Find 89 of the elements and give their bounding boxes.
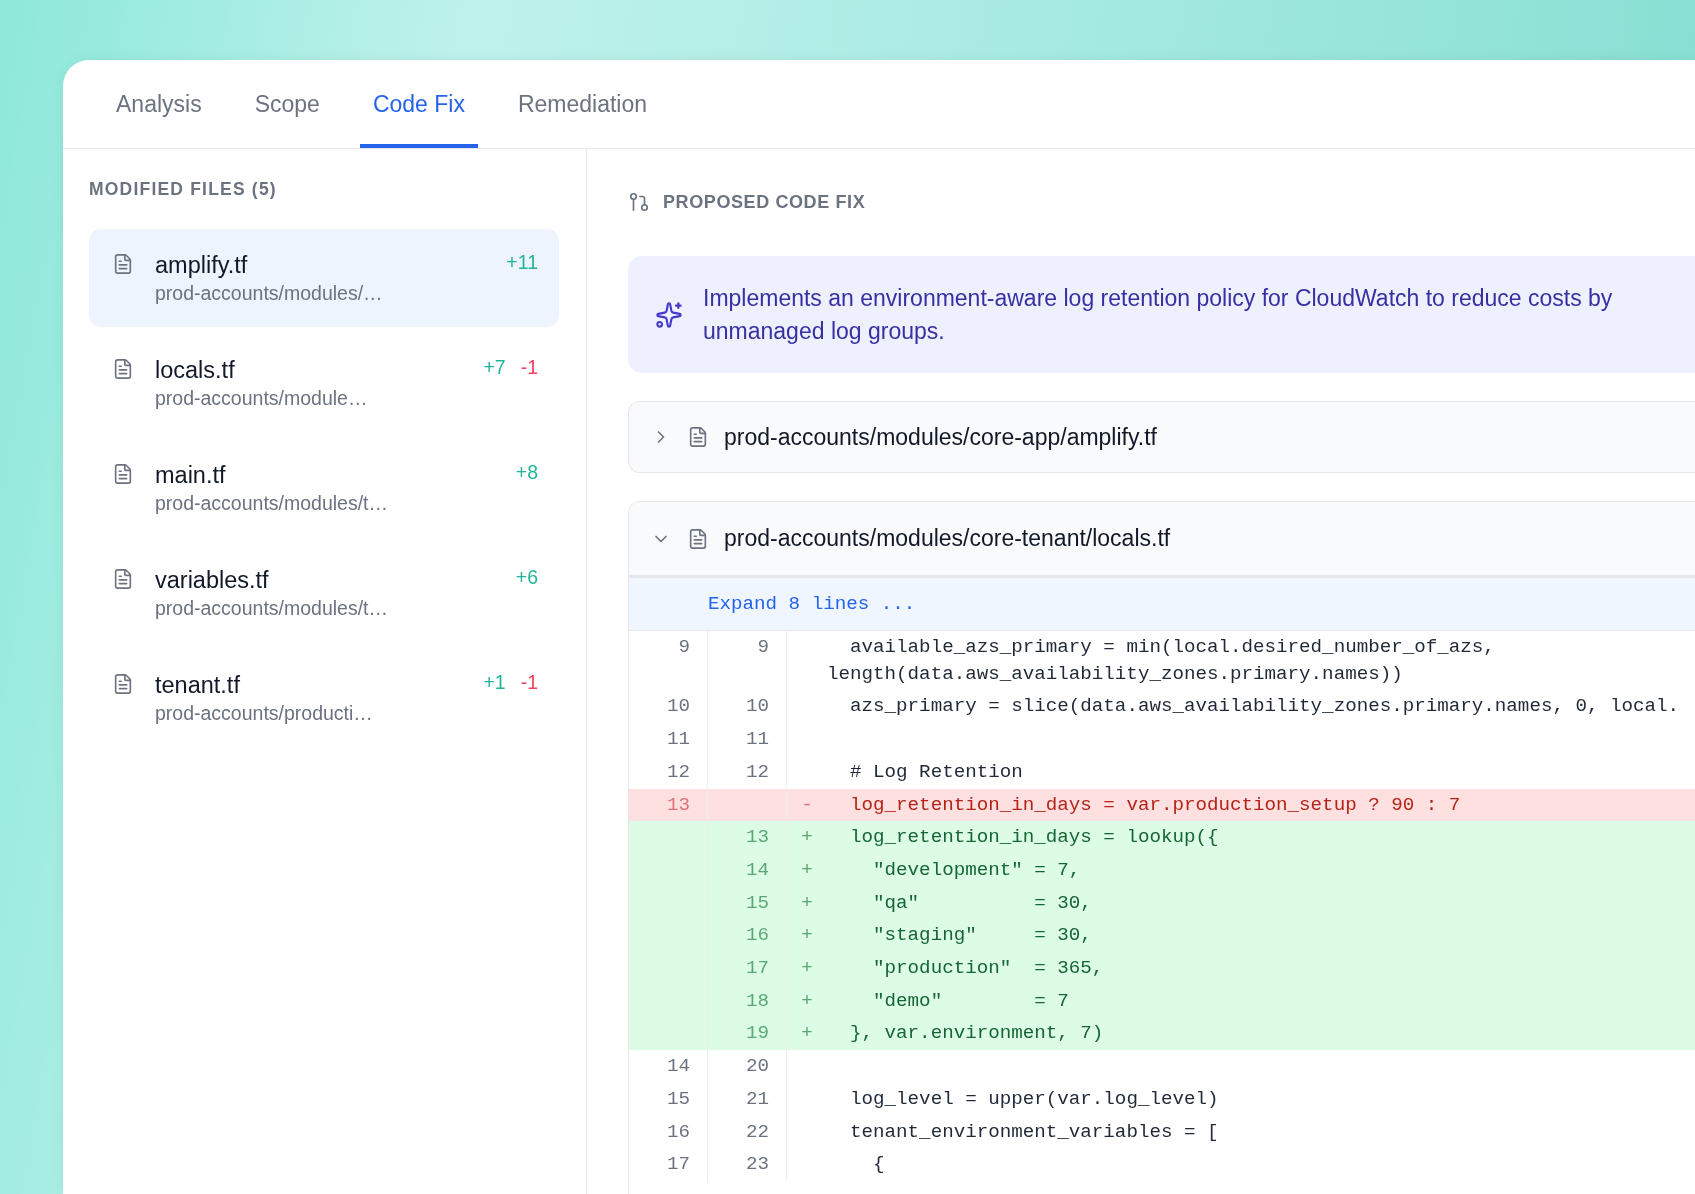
- added-count: +11: [506, 250, 538, 274]
- line-number: 12: [666, 760, 690, 783]
- diff-sign: +: [801, 1022, 813, 1045]
- summary-text: Implements an environment-aware log retention policy for CloudWatch to reduce costs by unmanaged log groups.: [703, 283, 1614, 346]
- diff-file-header[interactable]: prod-accounts/modules/core-tenant/locals.tf: [629, 502, 1695, 578]
- code-line: "demo" = 7: [872, 989, 1069, 1012]
- line-number: 9: [757, 636, 769, 658]
- file-icon: [112, 673, 134, 695]
- line-number: 9: [678, 636, 690, 658]
- line-number: 15: [666, 1087, 690, 1110]
- diff-sign: +: [801, 858, 813, 881]
- section-title: PROPOSED CODE FIX: [663, 191, 866, 213]
- line-number: 22: [745, 1120, 769, 1143]
- file-path: prod-accounts/module…: [155, 386, 369, 411]
- line-number: 18: [745, 989, 769, 1012]
- removed-count: -1: [520, 355, 538, 379]
- file-name: amplify.tf: [155, 251, 249, 280]
- panel-heading: MODIFIED FILES (5): [89, 178, 278, 200]
- added-count: +8: [515, 460, 538, 484]
- tab[interactable]: Scope: [241, 60, 333, 148]
- file-item[interactable]: locals.tf prod-accounts/module… +7 -1: [89, 334, 559, 432]
- added-count: +1: [483, 670, 506, 694]
- diff-sign: +: [801, 989, 813, 1012]
- line-number: 16: [666, 1120, 690, 1143]
- file-item[interactable]: amplify.tf prod-accounts/modules/… +11: [89, 229, 559, 327]
- code-line: "production" = 365,: [872, 957, 1104, 980]
- tab[interactable]: Analysis: [103, 60, 215, 148]
- line-number: 11: [745, 728, 769, 751]
- diff-sign: +: [801, 924, 813, 947]
- sparkle-icon: [655, 300, 683, 329]
- file-icon: [112, 358, 134, 380]
- diff-sign: +: [801, 891, 813, 914]
- pull-request-icon: [628, 191, 650, 213]
- line-number: 10: [666, 695, 690, 718]
- line-number: 23: [745, 1153, 769, 1176]
- file-name: main.tf: [155, 461, 227, 490]
- line-number: 15: [745, 891, 769, 914]
- expand-lines-button[interactable]: Expand 8 lines ...: [629, 578, 1695, 631]
- file-path: prod-accounts/producti…: [155, 701, 374, 726]
- file-path: prod-accounts/modules/t…: [155, 596, 390, 621]
- code-line: available_azs_primary = min(local.desired_number_of_azs, length(data.aws_availability_zones.primary.names)): [827, 636, 1496, 685]
- line-number: 14: [666, 1055, 690, 1078]
- added-count: +6: [515, 565, 538, 589]
- diff-file-header[interactable]: prod-accounts/modules/core-app/amplify.tf: [629, 402, 1695, 472]
- file-icon: [112, 463, 134, 485]
- file-item[interactable]: main.tf prod-accounts/modules/t… +8: [89, 439, 559, 537]
- line-number: 14: [745, 858, 769, 881]
- diff-sign: -: [801, 793, 813, 816]
- file-icon: [687, 426, 709, 448]
- code-line: # Log Retention: [849, 760, 1023, 783]
- code-line: }, var.environment, 7): [849, 1022, 1104, 1045]
- tab[interactable]: Remediation: [504, 60, 661, 148]
- diff-file-path: prod-accounts/modules/core-tenant/locals.tf: [724, 525, 1171, 552]
- file-name: locals.tf: [155, 356, 236, 385]
- diff-sign: +: [801, 826, 813, 849]
- tab[interactable]: Code Fix: [359, 60, 478, 148]
- line-number: 17: [745, 957, 769, 980]
- code-line: {: [872, 1153, 885, 1176]
- diff-sign: +: [801, 957, 813, 980]
- file-icon: [112, 253, 134, 275]
- file-item[interactable]: tenant.tf prod-accounts/producti… +1 -1: [89, 649, 559, 747]
- code-line: azs_primary = slice(data.aws_availability_zones.primary.names, 0, local.: [849, 695, 1680, 718]
- line-number: 12: [745, 760, 769, 783]
- line-number: 13: [666, 793, 690, 816]
- removed-count: -1: [520, 670, 538, 694]
- code-line: log_retention_in_days = var.production_setup ? 90 : 7: [849, 793, 1461, 816]
- code-line: tenant_environment_variables = [: [849, 1120, 1219, 1143]
- added-count: +7: [483, 355, 506, 379]
- file-name: variables.tf: [155, 566, 270, 595]
- file-icon: [112, 568, 134, 590]
- diff-file-path: prod-accounts/modules/core-app/amplify.tf: [724, 423, 1157, 451]
- code-line: log_retention_in_days = lookup({: [849, 826, 1219, 849]
- line-number: 21: [745, 1087, 769, 1110]
- line-number: 11: [666, 728, 690, 751]
- file-path: prod-accounts/modules/…: [155, 281, 384, 306]
- file-item[interactable]: variables.tf prod-accounts/modules/t… +6: [89, 544, 559, 642]
- line-number: 13: [745, 826, 769, 849]
- line-number: 10: [745, 695, 769, 718]
- code-line: "staging" = 30,: [872, 924, 1092, 947]
- line-number: 17: [666, 1153, 690, 1176]
- code-line: log_level = upper(var.log_level): [849, 1087, 1219, 1110]
- code-line: "qa" = 30,: [872, 891, 1092, 914]
- line-number: 19: [745, 1022, 769, 1045]
- line-number: 20: [745, 1055, 769, 1078]
- file-icon: [687, 527, 709, 550]
- line-number: 16: [745, 924, 769, 947]
- file-name: tenant.tf: [155, 671, 241, 700]
- code-line: "development" = 7,: [872, 858, 1081, 881]
- file-path: prod-accounts/modules/t…: [155, 491, 390, 516]
